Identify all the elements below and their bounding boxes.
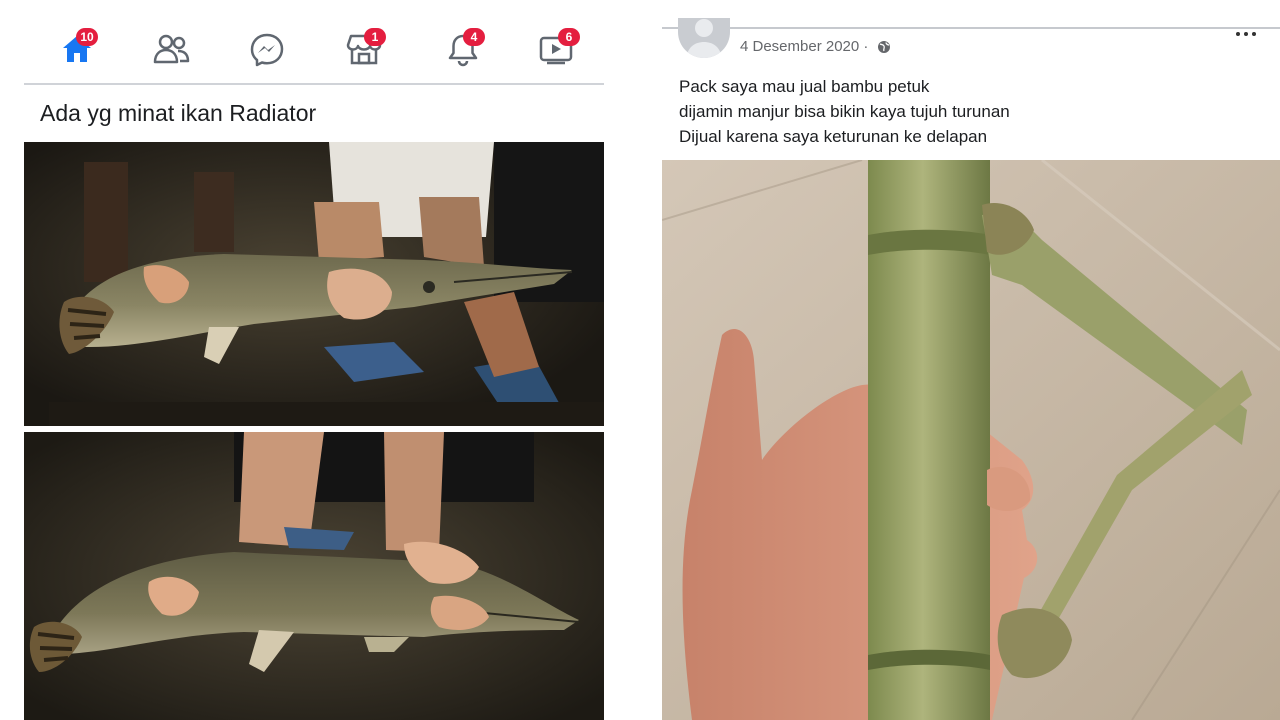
nav-notifications-tab[interactable]: 4	[439, 28, 485, 68]
avatar[interactable]	[678, 18, 730, 58]
home-badge: 10	[76, 28, 98, 46]
facebook-nav-bar: 10 1 4 6	[24, 18, 604, 82]
post-photo-fish-bottom[interactable]	[24, 432, 604, 720]
default-avatar-icon	[686, 19, 722, 58]
more-options-button[interactable]	[1228, 22, 1264, 46]
bamboo-photo-illustration	[662, 160, 1280, 720]
post-caption: Pack saya mau jual bambu petuk dijamin m…	[679, 74, 1010, 149]
nav-friends-tab[interactable]	[146, 28, 192, 68]
messenger-icon	[250, 33, 284, 67]
nav-home-tab[interactable]: 10	[54, 28, 100, 68]
fish-photo-illustration-2	[24, 432, 604, 720]
right-post-screenshot: 4 Desember 2020 · Pack saya mau jual bam…	[662, 0, 1280, 720]
post-timestamp[interactable]: 4 Desember 2020 ·	[740, 38, 868, 55]
caption-line: dijamin manjur bisa bikin kaya tujuh tur…	[679, 102, 1010, 121]
caption-line: Pack saya mau jual bambu petuk	[679, 77, 930, 96]
nav-messenger-tab[interactable]	[243, 28, 289, 68]
globe-icon	[878, 41, 890, 53]
watch-badge: 6	[558, 28, 580, 46]
nav-divider	[24, 83, 604, 85]
nav-watch-tab[interactable]: 6	[532, 28, 580, 68]
post-photo-fish-top[interactable]	[24, 142, 604, 426]
caption-line: Dijual karena saya keturunan ke delapan	[679, 127, 988, 146]
post-photo-bamboo[interactable]	[662, 160, 1280, 720]
notifications-badge: 4	[463, 28, 485, 46]
post-text: Ada yg minat ikan Radiator	[40, 100, 317, 126]
fish-photo-illustration	[24, 142, 604, 426]
friends-icon	[153, 34, 190, 64]
marketplace-badge: 1	[364, 28, 386, 46]
nav-marketplace-tab[interactable]: 1	[340, 28, 386, 68]
left-post-screenshot: 10 1 4 6 Ada yg minat ikan Radiator	[0, 0, 630, 720]
